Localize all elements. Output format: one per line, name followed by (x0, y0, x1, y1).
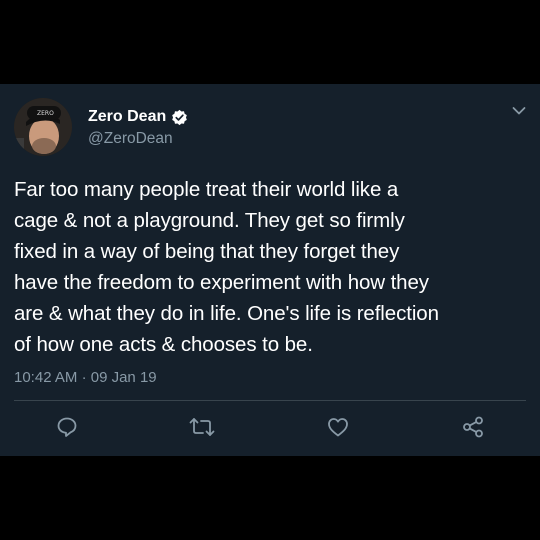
tweet-text-line: cage & not a playground. They get so fir… (14, 209, 405, 232)
share-button[interactable] (458, 412, 488, 442)
retweet-button[interactable] (187, 412, 217, 442)
tweet-text: Far too many people treat their world li… (14, 174, 530, 360)
tweet-date: 09 Jan 19 (90, 369, 157, 386)
share-icon (463, 416, 483, 438)
handle[interactable]: @ZeroDean (88, 130, 173, 148)
like-button[interactable] (323, 412, 353, 442)
retweet-icon (189, 418, 215, 436)
tweet-text-line: Far too many people treat their world li… (14, 178, 399, 201)
meta-separator: · (81, 369, 87, 386)
heart-icon (328, 418, 348, 437)
chevron-down-icon[interactable] (512, 106, 526, 116)
divider (14, 400, 526, 401)
display-name[interactable]: Zero Dean (88, 107, 166, 127)
tweet-text-line: fixed in a way of being that they forget… (14, 240, 400, 263)
tweet-text-line: have the freedom to experiment with how … (14, 271, 429, 294)
reply-button[interactable] (52, 412, 82, 442)
verified-badge-icon (172, 109, 188, 125)
tweet-card: ZERO Zero Dean @ZeroDean Far too many pe… (0, 84, 540, 456)
reply-icon (57, 417, 77, 437)
tweet-time: 10:42 AM (14, 369, 78, 386)
tweet-text-line: are & what they do in life. One's life i… (14, 302, 439, 325)
tweet-timestamp[interactable]: 10:42 AM · 09 Jan 19 (14, 369, 157, 387)
svg-text:ZERO: ZERO (37, 110, 54, 117)
tweet-text-line: of how one acts & chooses to be. (14, 333, 313, 356)
action-bar (0, 412, 540, 442)
avatar[interactable]: ZERO (14, 98, 72, 156)
name-row: Zero Dean (88, 107, 188, 127)
